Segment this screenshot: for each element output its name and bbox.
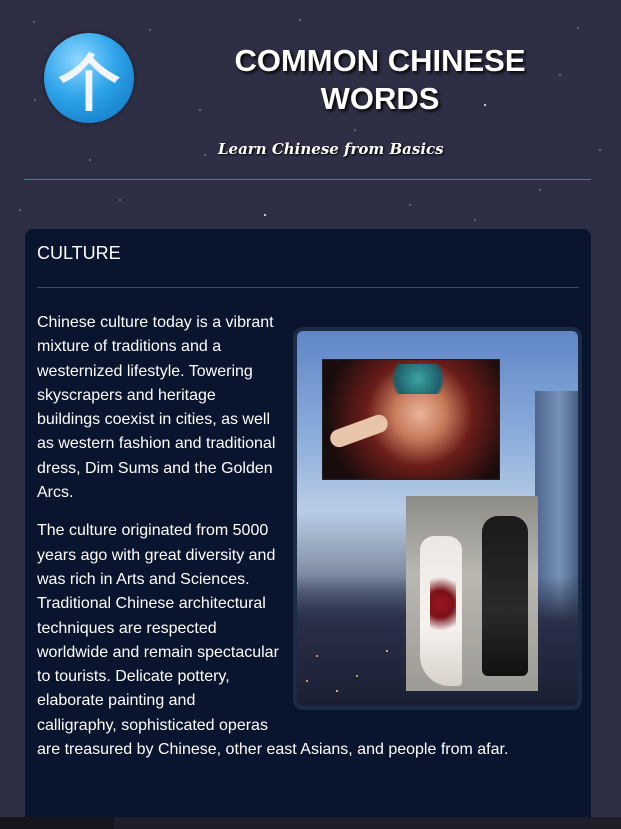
- fashion-models-image: [406, 496, 538, 691]
- section-title: CULTURE: [37, 243, 121, 263]
- white-dress-model: [420, 536, 462, 686]
- site-logo[interactable]: 个: [44, 33, 134, 123]
- site-tagline: Learn Chinese from Basics: [218, 140, 444, 158]
- horizontal-scrollbar[interactable]: [0, 817, 621, 829]
- opera-hand: [327, 412, 391, 450]
- culture-section: CULTURE Chinese culture today is a vibra…: [25, 229, 591, 829]
- section-divider: [37, 287, 579, 288]
- culture-collage-image: [293, 327, 582, 710]
- black-dress-model: [482, 516, 528, 676]
- site-title: COMMON CHINESE WORDS: [234, 43, 526, 116]
- site-header: 个 COMMON CHINESE WORDS Learn Chinese fro…: [0, 0, 621, 180]
- logo-character: 个: [57, 47, 120, 120]
- section-content: Chinese culture today is a vibrant mixtu…: [37, 311, 582, 776]
- opera-headdress: [383, 364, 453, 394]
- opera-performer-image: [322, 359, 500, 480]
- scrollbar-thumb[interactable]: [114, 817, 621, 829]
- header-divider: [24, 179, 591, 180]
